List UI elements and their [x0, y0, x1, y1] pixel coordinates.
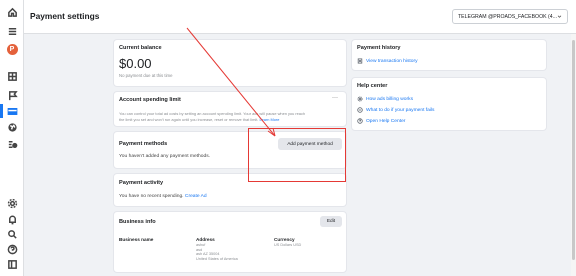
help-center-card: Help center How ads billing works What t…: [351, 77, 547, 131]
view-transaction-history-link[interactable]: View transaction history: [357, 58, 418, 64]
chevron-down-icon: [557, 15, 562, 18]
spending-limit-title: Account spending limit: [119, 97, 181, 103]
help-link-payment-fails[interactable]: What to do if your payment fails: [357, 107, 435, 113]
globe-icon[interactable]: [5, 120, 19, 134]
payment-history-card: Payment history View transaction history: [351, 39, 547, 71]
create-ad-link[interactable]: Create Ad: [185, 194, 207, 199]
help-icon[interactable]: [5, 242, 19, 256]
currency-value: US Dollars USD: [274, 243, 302, 247]
avatar-letter: P: [6, 43, 18, 55]
more-options-icon[interactable]: ···: [332, 95, 338, 101]
help-link-billing-label: How ads billing works: [366, 96, 414, 102]
current-balance-card: Current balance $0.00 No payment due at …: [113, 39, 347, 87]
address-label: Address: [196, 237, 215, 242]
menu-icon[interactable]: [5, 24, 19, 38]
avatar[interactable]: P: [5, 42, 19, 56]
page-title: Payment settings: [30, 11, 100, 21]
view-transaction-history-label: View transaction history: [366, 58, 418, 64]
payment-activity-title: Payment activity: [119, 180, 164, 186]
help-icon: [357, 118, 363, 124]
balance-amount: $0.00: [119, 56, 152, 71]
billing-icon[interactable]: [5, 104, 19, 118]
currency-label: Currency: [274, 237, 295, 242]
panel-icon[interactable]: [5, 257, 19, 271]
account-selector[interactable]: TELEGRAM @PROADS_FACEBOOK (4...: [452, 9, 568, 24]
payment-activity-text-row: You have no recent spending. Create Ad: [119, 194, 207, 199]
help-link-open-help-center-label: Open Help Center: [366, 118, 406, 124]
address-block: ashuf asd ash AZ 35004 United States of …: [196, 243, 238, 262]
payment-methods-empty: You haven't added any payment methods.: [119, 154, 211, 159]
settings-icon[interactable]: [5, 196, 19, 210]
home-icon[interactable]: [5, 5, 19, 19]
business-name-label: Business name: [119, 237, 154, 242]
business-info-title: Business info: [119, 219, 156, 225]
payment-methods-title: Payment methods: [119, 141, 168, 147]
active-indicator: [0, 104, 3, 118]
spending-limit-text-2: the limit you set and won't run again un…: [119, 117, 279, 122]
help-link-open-help-center[interactable]: Open Help Center: [357, 118, 405, 124]
flag-icon[interactable]: [5, 88, 19, 102]
receipt-icon: [357, 58, 363, 64]
help-link-payment-fails-label: What to do if your payment fails: [366, 107, 435, 113]
settings-icon: [357, 96, 363, 102]
learn-more-link[interactable]: Learn More: [259, 117, 279, 122]
page-scrollbar[interactable]: [571, 34, 576, 276]
card-icon: [357, 107, 363, 113]
spending-limit-text-1: You can control your total ad costs by s…: [119, 111, 306, 116]
balance-title: Current balance: [119, 45, 162, 51]
spending-limit-text-2-body: the limit you set and won't run again un…: [119, 117, 259, 122]
address-line: United States of America: [196, 257, 238, 262]
highlight-box: [248, 128, 346, 182]
top-bar: Payment settings TELEGRAM @PROADS_FACEBO…: [24, 0, 576, 34]
scrollbar-thumb[interactable]: [572, 40, 575, 260]
help-center-title: Help center: [357, 83, 388, 89]
bell-icon[interactable]: [5, 212, 19, 226]
business-info-card: Business info Edit Business name Address…: [113, 211, 347, 273]
left-nav-rail: P: [0, 0, 24, 276]
search-icon[interactable]: [5, 227, 19, 241]
spending-limit-card: Account spending limit ··· You can contr…: [113, 91, 347, 127]
help-link-billing[interactable]: How ads billing works: [357, 96, 413, 102]
payment-history-title: Payment history: [357, 45, 401, 51]
tools-icon[interactable]: [5, 137, 19, 151]
account-selector-value: TELEGRAM @PROADS_FACEBOOK (4...: [458, 13, 557, 20]
edit-button[interactable]: Edit: [320, 216, 342, 227]
balance-note: No payment due at this time: [119, 73, 173, 78]
payment-activity-text: You have no recent spending.: [119, 194, 184, 199]
grid-icon[interactable]: [5, 69, 19, 83]
